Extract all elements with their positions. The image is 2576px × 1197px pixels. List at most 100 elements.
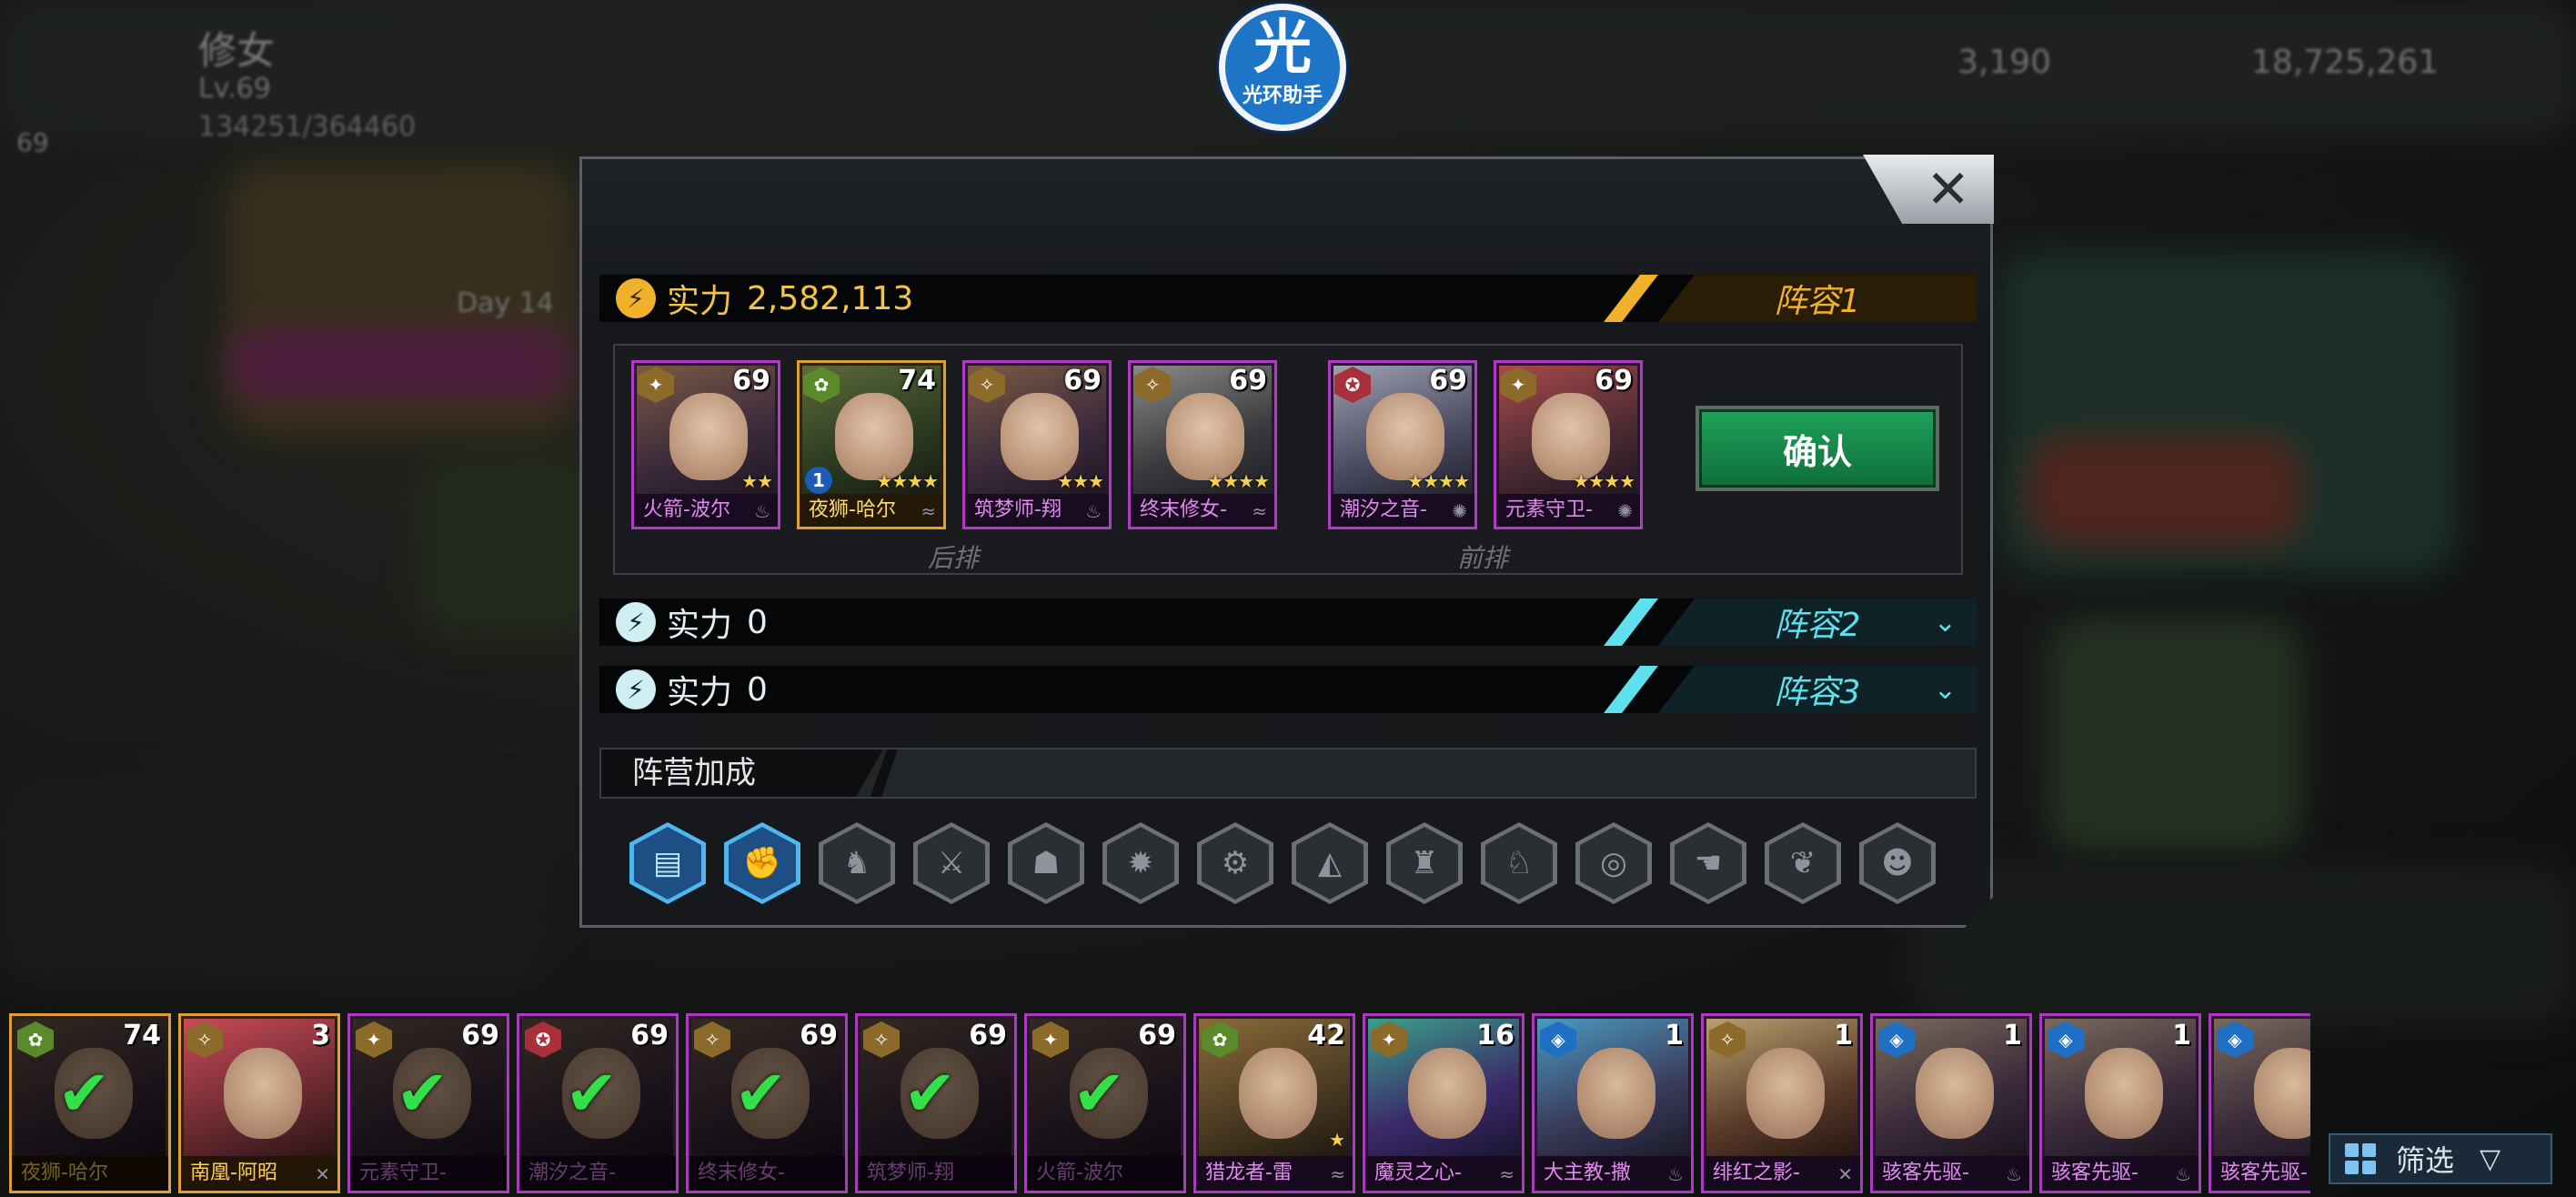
currency-gems: 3,190 [1957,44,2052,81]
assistant-badge[interactable]: 光 光环助手 [1219,4,1346,131]
faction-bird-icon: ♘ [1485,827,1553,900]
hero-level: 74 [123,1020,161,1051]
faction-bear-icon: ☻ [1864,827,1931,900]
team-stripe [1604,666,1658,713]
badge-char: 光 [1253,15,1312,82]
selected-check-icon: ✔ [565,1056,619,1131]
team-bar-2[interactable]: ⚡ 实力 0 阵容2 ⌄ [599,598,1977,646]
tab-team-1-label: 阵容1 [1774,283,1861,320]
element-icon: ≈ [1499,1163,1514,1185]
power-icon: ⚡ [616,602,656,642]
faction-spiral-icon: ◎ [1580,827,1647,900]
chevron-down-icon: ⌄ [1933,673,1957,706]
hero-name: 筑梦师-翔 [858,1156,1014,1191]
hero-level: 69 [969,1020,1007,1051]
faction-spike-icon: ✹ [1107,827,1174,900]
hero-level: 69 [461,1020,499,1051]
hero-name: 骇客先驱- [2211,1156,2310,1191]
hero-face [1239,1048,1317,1139]
roster-hero[interactable]: ✧ 1 绯红之影- ✕ [1701,1013,1863,1193]
power-icon: ⚡ [616,669,656,709]
roster-hero[interactable]: ◈ 1 骇客先驱- ♨ [1870,1013,2032,1193]
hero-level: 69 [1229,365,1267,397]
element-icon: ✕ [315,1163,330,1185]
hero-level: 69 [1138,1020,1176,1051]
lineup-hero[interactable]: ✪ 69 ★★★★ 潮汐之音- ✺ [1328,360,1477,529]
hero-stars: ★★★★ [1407,470,1470,492]
confirm-label: 确认 [1782,431,1852,472]
lineup-hero[interactable]: ✦ 69 ★★ 火箭-波尔 ♨ [631,360,780,529]
element-icon: ♨ [754,500,770,522]
chevron-down-icon: ⌄ [1933,606,1957,639]
hero-face [1408,1048,1486,1139]
grid-icon [2345,1143,2376,1174]
power-value: 0 [747,603,768,641]
hero-level: 16 [1476,1020,1514,1051]
filter-button[interactable]: 筛选 ▽ [2329,1133,2552,1184]
tab-team-1[interactable]: 阵容1 [1658,275,1977,322]
player-exp: 134251/364460 [198,111,417,143]
hero-level: 1 [2172,1020,2191,1051]
team-bar-3[interactable]: ⚡ 实力 0 阵容3 ⌄ [599,666,1977,713]
roster-hero[interactable]: ✧ 69 终末修女- ✔ [686,1013,848,1193]
roster-hero[interactable]: ✧ 3 南凰-阿昭 ✕ [178,1013,340,1193]
faction-blade-icon: ⚔ [918,827,985,900]
element-icon: ♨ [2175,1163,2191,1185]
selected-check-icon: ✔ [1072,1056,1126,1131]
roster-hero[interactable]: ◈ 1 骇客先驱- ♨ [2039,1013,2201,1193]
element-icon: ✕ [1837,1163,1853,1185]
power-value: 2,582,113 [747,279,914,317]
hero-level: 69 [1429,365,1467,397]
lineup-hero[interactable]: ✧ 69 ★★★★ 终末修女- ≈ [1128,360,1277,529]
faction-tech-icon: ▤ [634,827,701,900]
power-value: 0 [747,670,768,709]
faction-paw-icon: ☗ [1012,827,1080,900]
lineup-hero[interactable]: ✿ 74 1 ★★★★ 夜狮-哈尔 ≈ [797,360,946,529]
roster-hero[interactable]: ✿ 42 ★ 猎龙者-雷 ≈ [1193,1013,1355,1193]
power-icon: ⚡ [616,278,656,318]
roster-hero[interactable]: ✦ 69 元素守卫- ✔ [347,1013,509,1193]
hero-face [2254,1048,2310,1139]
roster-hero[interactable]: ✪ 69 潮汐之音- ✔ [517,1013,679,1193]
roster-hero[interactable]: ✧ 69 筑梦师-翔 ✔ [855,1013,1017,1193]
hero-stars: ★★★★ [876,470,939,492]
faction-bonus-bar: 阵营加成 [599,748,1977,799]
faction-gear-icon: ⚙ [1202,827,1269,900]
hero-stars: ★★★★ [1207,470,1270,492]
roster-hero[interactable]: ✿ 74 夜狮-哈尔 ✔ [9,1013,171,1193]
hero-level: 69 [800,1020,838,1051]
tab-team-3-label: 阵容3 [1774,674,1861,711]
roster-hero[interactable]: ◈ 1 大主教-撒 ♨ [1532,1013,1694,1193]
hero-stars: ★★★★ [1573,470,1635,492]
faction-wing-icon: ◭ [1296,827,1363,900]
hero-name: 终末修女- [689,1156,845,1191]
power-label: 实力 [667,607,733,644]
confirm-button[interactable]: 确认 [1696,406,1939,491]
element-icon: ♨ [1085,500,1102,522]
lineup-hero[interactable]: ✧ 69 ★★★ 筑梦师-翔 ♨ [962,360,1112,529]
back-row-label: 后排 [928,543,980,573]
filter-label: 筛选 [2396,1143,2455,1178]
hero-level: 1 [1665,1020,1684,1051]
roster-hero[interactable]: ✦ 16 魔灵之心- ≈ [1363,1013,1524,1193]
hero-face [669,393,748,480]
hero-face [1577,1048,1655,1139]
hero-face [1366,393,1444,480]
element-icon: ≈ [1252,500,1267,522]
lineup-hero[interactable]: ✦ 69 ★★★★ 元素守卫- ✺ [1494,360,1643,529]
roster-hero[interactable]: ✦ 69 火箭-波尔 ✔ [1024,1013,1186,1193]
day-counter: Day 14 [457,287,554,319]
element-icon: ✺ [1617,500,1633,522]
tab-team-3[interactable]: 阵容3 ⌄ [1658,666,1977,713]
selected-check-icon: ✔ [57,1056,111,1131]
hero-face [1746,1048,1825,1139]
player-name: 修女 [198,28,276,73]
close-icon: ✕ [1926,158,1970,220]
hero-face [2085,1048,2163,1139]
hero-name: 夜狮-哈尔 [12,1156,168,1191]
hero-level: 69 [1063,365,1102,397]
player-badge-level: 69 [16,127,49,157]
tab-team-2[interactable]: 阵容2 ⌄ [1658,598,1977,646]
roster-hero[interactable]: ◈ 骇客先驱- [2209,1013,2310,1193]
team-bar-1[interactable]: ⚡ 实力 2,582,113 阵容1 [599,275,1977,322]
